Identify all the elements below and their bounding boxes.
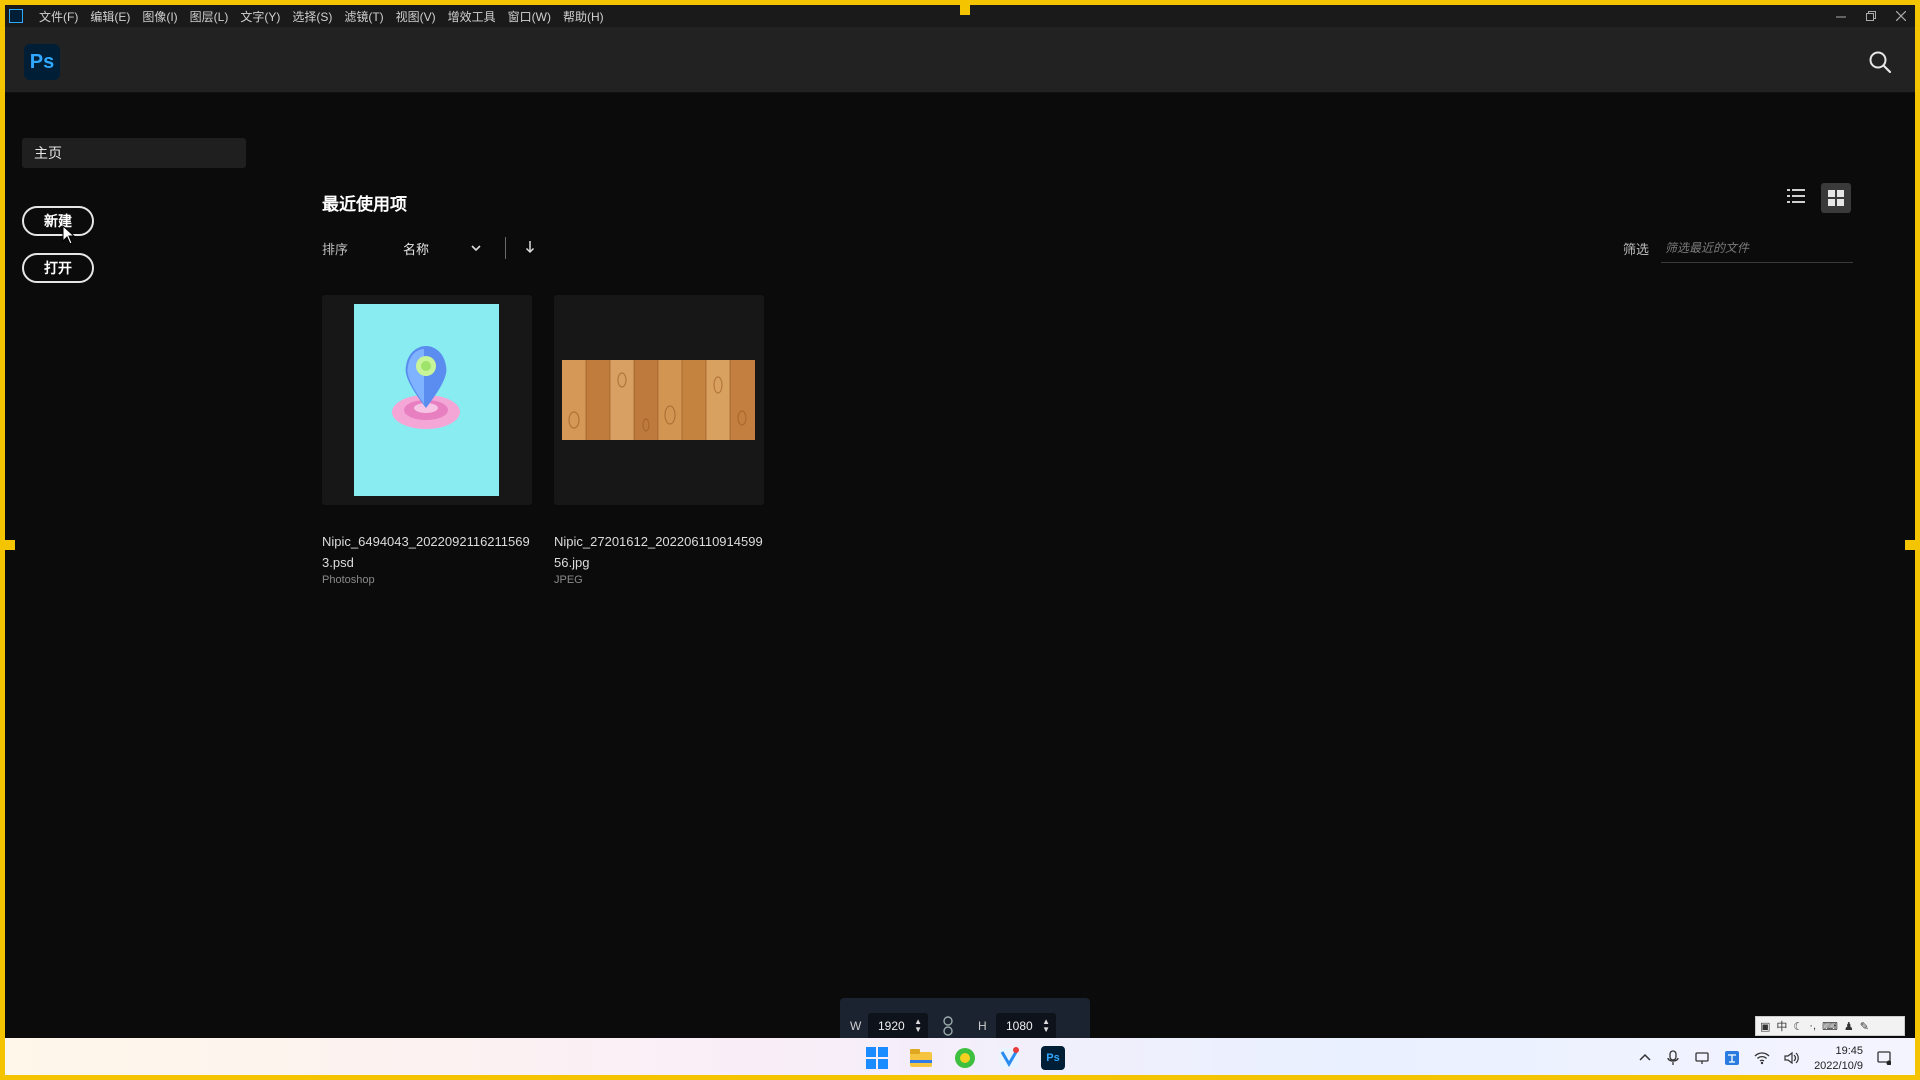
sort-direction-icon[interactable]	[523, 239, 537, 255]
menu-window[interactable]: 窗口(W)	[502, 8, 557, 25]
width-value[interactable]: 1920	[878, 1019, 905, 1033]
taskbar: Ps 19:45 2022/10/9	[5, 1038, 1915, 1075]
clock[interactable]: 19:45 2022/10/9	[1814, 1044, 1863, 1074]
menu-filter[interactable]: 滤镜(T)	[338, 8, 389, 25]
filter-input[interactable]	[1661, 233, 1853, 263]
ime-mode[interactable]: 中	[1776, 1018, 1787, 1034]
menu-help[interactable]: 帮助(H)	[557, 8, 610, 25]
height-label: H	[978, 1019, 987, 1033]
app-header: Ps	[5, 27, 1915, 93]
menu-layer[interactable]: 图层(L)	[184, 8, 235, 25]
divider	[505, 237, 506, 259]
open-file-button[interactable]: 打开	[22, 253, 94, 283]
keyboard-icon[interactable]: ⌨	[1822, 1020, 1838, 1033]
system-tray: 19:45 2022/10/9	[1638, 1038, 1892, 1075]
spinner-arrows-icon[interactable]: ▲ ▼	[1042, 1018, 1050, 1034]
resize-handle[interactable]	[960, 5, 970, 15]
input-method-icon[interactable]	[1724, 1050, 1740, 1069]
resize-handle[interactable]	[5, 540, 15, 550]
browser-icon[interactable]	[953, 1046, 977, 1070]
recent-section-title: 最近使用项	[322, 195, 407, 214]
spinner-arrows-icon[interactable]: ▲ ▼	[914, 1018, 922, 1034]
window-controls	[1835, 5, 1907, 27]
link-aspect-icon[interactable]	[938, 1016, 958, 1036]
menu-select[interactable]: 选择(S)	[286, 8, 338, 25]
recent-file-card[interactable]: Nipic_6494043_20220921162115693.psd Phot…	[322, 295, 532, 586]
file-thumbnail[interactable]	[554, 295, 764, 505]
app-icon[interactable]	[997, 1046, 1021, 1070]
sort-label: 排序	[322, 242, 349, 257]
height-value[interactable]: 1080	[1006, 1019, 1033, 1033]
chevron-down-icon	[471, 245, 481, 252]
filter-label: 筛选	[1623, 242, 1650, 257]
clock-date: 2022/10/9	[1814, 1060, 1863, 1072]
height-stepper[interactable]: 1080 ▲ ▼	[996, 1013, 1056, 1039]
wifi-icon[interactable]	[1754, 1051, 1770, 1068]
psd-preview-image	[354, 304, 499, 496]
width-stepper[interactable]: 1920 ▲ ▼	[868, 1013, 928, 1039]
notification-icon[interactable]	[1877, 1050, 1892, 1068]
menu-type[interactable]: 文字(Y)	[234, 8, 286, 25]
network-device-icon[interactable]	[1694, 1050, 1710, 1069]
file-thumbnail[interactable]	[322, 295, 532, 505]
menu-file[interactable]: 文件(F)	[33, 8, 84, 25]
microphone-icon[interactable]	[1666, 1049, 1680, 1069]
file-type: Photoshop	[322, 574, 375, 586]
resize-handle[interactable]	[1905, 540, 1915, 550]
photoshop-taskbar-icon[interactable]: Ps	[1041, 1046, 1065, 1070]
sort-value: 名称	[403, 241, 430, 257]
minimize-icon[interactable]	[1835, 10, 1847, 22]
ime-logo-icon[interactable]: ▣	[1760, 1020, 1770, 1033]
speaker-icon[interactable]	[1784, 1051, 1800, 1068]
recent-file-card[interactable]: Nipic_27201612_20220611091459956.jpg JPE…	[554, 295, 764, 586]
punctuation-icon[interactable]: ·,	[1809, 1020, 1816, 1032]
app-window: 文件(F) 编辑(E) 图像(I) 图层(L) 文字(Y) 选择(S) 滤镜(T…	[0, 0, 1920, 1080]
menu-edit[interactable]: 编辑(E)	[84, 8, 136, 25]
chevron-up-icon[interactable]	[1638, 1051, 1652, 1068]
moon-icon[interactable]: ☾	[1793, 1020, 1803, 1033]
mouse-cursor-icon	[62, 225, 76, 245]
app-mini-icon	[9, 9, 23, 23]
file-name[interactable]: Nipic_6494043_20220921162115693.psd	[322, 531, 532, 573]
clock-time: 19:45	[1835, 1045, 1863, 1057]
ime-toolbar: ▣ 中 ☾ ·, ⌨ ♟ ✎	[1755, 1016, 1905, 1036]
menu-image[interactable]: 图像(I)	[136, 8, 183, 25]
grid-view-icon[interactable]	[1821, 183, 1851, 213]
width-label: W	[850, 1019, 862, 1033]
photoshop-logo: Ps	[24, 44, 60, 80]
search-icon[interactable]	[1867, 49, 1893, 75]
wrench-icon[interactable]: ✎	[1860, 1020, 1869, 1033]
file-type: JPEG	[554, 574, 583, 586]
close-icon[interactable]	[1895, 10, 1907, 22]
sidebar-item-home[interactable]: 主页	[22, 138, 246, 168]
user-icon[interactable]: ♟	[1844, 1020, 1854, 1033]
menu-view[interactable]: 视图(V)	[390, 8, 442, 25]
new-file-button[interactable]: 新建	[22, 206, 94, 236]
list-view-icon[interactable]	[1785, 185, 1807, 207]
windows-start-icon[interactable]	[865, 1046, 889, 1070]
file-name[interactable]: Nipic_27201612_20220611091459956.jpg	[554, 531, 764, 573]
file-explorer-icon[interactable]	[909, 1046, 933, 1070]
restore-icon[interactable]	[1865, 10, 1877, 22]
jpg-preview-image	[562, 360, 755, 440]
sort-dropdown[interactable]: 名称	[403, 237, 483, 259]
menu-plugins[interactable]: 增效工具	[442, 8, 502, 25]
